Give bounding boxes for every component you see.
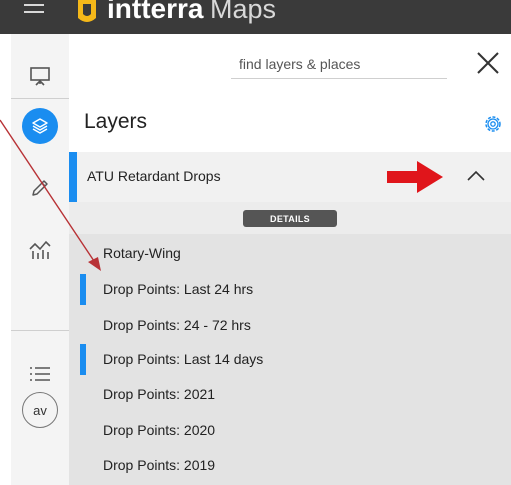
hamburger-menu-icon[interactable] xyxy=(24,0,44,18)
layer-label: Drop Points: 2020 xyxy=(103,422,216,438)
search-input[interactable] xyxy=(231,50,447,79)
close-icon[interactable] xyxy=(473,48,503,78)
analytics-button[interactable] xyxy=(20,230,60,270)
details-bar: DETAILS xyxy=(69,202,511,234)
layer-active-indicator xyxy=(80,274,86,305)
brand-name: intterra xyxy=(107,0,204,24)
left-rail: av xyxy=(11,34,70,485)
layer-item[interactable]: Drop Points: 2021 xyxy=(69,377,511,411)
layer-label: Rotary-Wing xyxy=(103,245,181,261)
red-arrow-annotation-icon xyxy=(387,161,443,193)
layer-item[interactable]: Drop Points: 2020 xyxy=(69,413,511,447)
rail-divider xyxy=(11,98,69,99)
layers-button[interactable] xyxy=(22,108,58,144)
legend-list-button[interactable] xyxy=(20,354,60,394)
group-active-indicator xyxy=(69,152,77,202)
rail-divider xyxy=(11,330,69,331)
layer-label: Drop Points: Last 14 days xyxy=(103,351,264,367)
user-avatar[interactable]: av xyxy=(22,392,58,428)
layer-item[interactable]: Rotary-Wing xyxy=(69,236,511,270)
brand-subtitle: Maps xyxy=(210,0,277,24)
layer-active-indicator xyxy=(80,344,86,375)
chevron-up-icon[interactable] xyxy=(465,166,487,186)
analytics-icon xyxy=(29,240,51,259)
brand-logo-icon xyxy=(78,0,96,22)
layer-list: Rotary-Wing Drop Points: Last 24 hrs Dro… xyxy=(69,234,511,485)
layer-item[interactable]: Drop Points: Last 24 hrs xyxy=(69,272,511,306)
page-title: Layers xyxy=(84,110,148,133)
details-button[interactable]: DETAILS xyxy=(243,210,337,227)
layer-label: Drop Points: 2019 xyxy=(103,457,216,473)
layer-item[interactable]: Drop Points: 2019 xyxy=(69,448,511,482)
layers-icon xyxy=(32,118,48,134)
layer-item[interactable]: Drop Points: 24 - 72 hrs xyxy=(69,308,511,342)
pencil-icon xyxy=(32,180,48,196)
presentation-icon xyxy=(30,67,50,86)
list-icon xyxy=(30,367,50,381)
layer-item[interactable]: Drop Points: Last 14 days xyxy=(69,342,511,376)
gear-icon[interactable] xyxy=(483,114,503,134)
presentation-button[interactable] xyxy=(20,56,60,96)
app-header: intterra Maps xyxy=(0,0,511,34)
layer-label: Drop Points: 24 - 72 hrs xyxy=(103,317,251,333)
layer-label: Drop Points: Last 24 hrs xyxy=(103,281,254,297)
layer-label: Drop Points: 2021 xyxy=(103,386,216,402)
layers-panel: Layers ATU Retardant Drops DETAILS Rotar… xyxy=(69,34,511,485)
draw-button[interactable] xyxy=(20,168,60,208)
layer-group-label: ATU Retardant Drops xyxy=(87,168,221,184)
rail-edge xyxy=(0,34,11,485)
layer-group-header[interactable]: ATU Retardant Drops xyxy=(69,152,511,202)
